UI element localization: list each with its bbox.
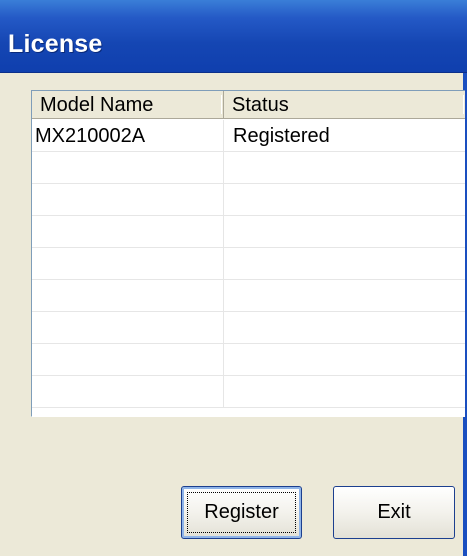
column-header-model-name[interactable]: Model Name xyxy=(32,91,224,119)
model-name-cell: MX210002A xyxy=(32,120,224,152)
status-cell xyxy=(224,376,465,408)
table-row[interactable] xyxy=(32,248,465,280)
table-row[interactable] xyxy=(32,152,465,184)
status-cell xyxy=(224,216,465,248)
model-name-cell xyxy=(32,184,224,216)
table-row[interactable] xyxy=(32,344,465,376)
model-name-cell xyxy=(32,280,224,312)
model-name-cell xyxy=(32,312,224,344)
model-name-cell xyxy=(32,152,224,184)
table-row[interactable] xyxy=(32,312,465,344)
table-row[interactable] xyxy=(32,216,465,248)
license-list[interactable]: Model Name Status MX210002A Registered xyxy=(31,90,465,417)
table-row[interactable]: MX210002A Registered xyxy=(32,120,465,152)
model-name-cell xyxy=(32,376,224,408)
register-button[interactable]: Register xyxy=(181,486,302,539)
exit-button-label: Exit xyxy=(377,501,411,523)
model-name-cell xyxy=(32,216,224,248)
model-name-cell xyxy=(32,344,224,376)
window-title: License xyxy=(8,30,103,58)
table-row[interactable] xyxy=(32,376,465,408)
status-cell xyxy=(224,184,465,216)
model-name-cell xyxy=(32,248,224,280)
title-bar[interactable]: License xyxy=(0,0,467,73)
table-row[interactable] xyxy=(32,184,465,216)
list-header: Model Name Status xyxy=(32,91,465,120)
status-cell xyxy=(224,344,465,376)
exit-button[interactable]: Exit xyxy=(333,486,455,539)
status-cell xyxy=(224,248,465,280)
table-row[interactable] xyxy=(32,280,465,312)
status-cell xyxy=(224,280,465,312)
column-header-status[interactable]: Status xyxy=(224,91,465,119)
status-cell xyxy=(224,152,465,184)
register-button-label: Register xyxy=(204,501,279,523)
status-cell: Registered xyxy=(233,125,330,147)
status-cell xyxy=(224,312,465,344)
